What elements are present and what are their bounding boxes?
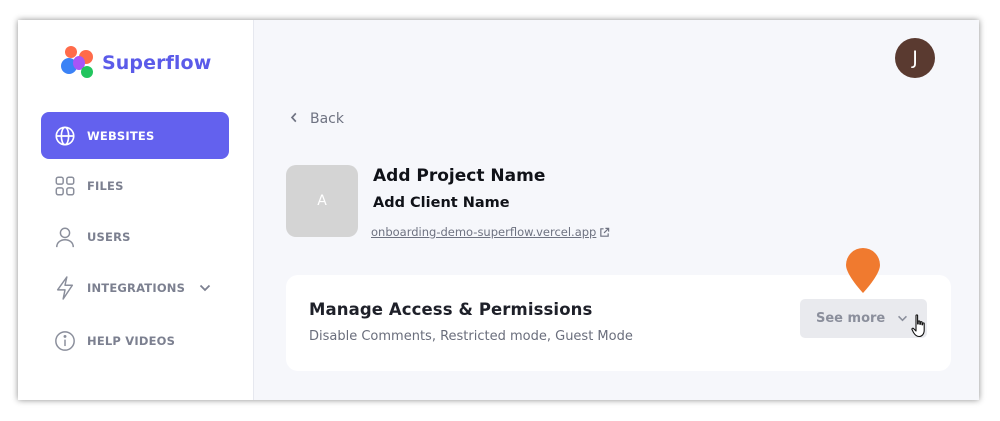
chevron-down-icon[interactable] <box>199 284 211 292</box>
back-link[interactable]: Back <box>290 111 344 127</box>
chevron-down-icon <box>897 315 908 322</box>
brand-logo[interactable]: Superflow <box>61 46 211 80</box>
sidebar-item-integrations[interactable]: INTEGRATIONS <box>41 264 229 311</box>
hotspot-pin-icon[interactable] <box>845 248 881 298</box>
sidebar-item-help-videos[interactable]: HELP VIDEOS <box>41 317 229 364</box>
user-icon <box>53 225 77 249</box>
globe-icon <box>53 124 77 148</box>
card-subtitle: Disable Comments, Restricted mode, Guest… <box>309 329 633 344</box>
info-icon <box>53 329 77 353</box>
superflow-logo-icon <box>61 46 97 80</box>
client-name[interactable]: Add Client Name <box>373 195 510 211</box>
brand-name: Superflow <box>102 52 212 74</box>
sidebar-item-label: HELP VIDEOS <box>87 333 176 348</box>
hand-pointer-cursor-icon <box>911 314 929 342</box>
sidebar-item-label: WEBSITES <box>87 128 155 143</box>
chevron-left-icon <box>290 111 298 127</box>
sidebar-item-label: USERS <box>87 229 131 244</box>
sidebar-item-users[interactable]: USERS <box>41 213 229 260</box>
external-link-icon <box>600 227 610 237</box>
sidebar-item-label: FILES <box>87 178 124 193</box>
project-name[interactable]: Add Project Name <box>373 166 545 186</box>
app-window: Superflow WEBSITES FILES USERS INTEGRATI… <box>18 20 979 400</box>
lightning-icon <box>53 275 77 300</box>
sidebar-item-label: INTEGRATIONS <box>87 280 186 295</box>
sidebar: Superflow WEBSITES FILES USERS INTEGRATI… <box>18 20 254 400</box>
grid-icon <box>53 174 77 198</box>
sidebar-item-files[interactable]: FILES <box>41 162 229 209</box>
project-url-link[interactable]: onboarding-demo-superflow.vercel.app <box>371 225 610 239</box>
project-url: onboarding-demo-superflow.vercel.app <box>371 225 597 239</box>
see-more-label: See more <box>816 311 886 326</box>
project-thumbnail: A <box>286 165 358 237</box>
back-label: Back <box>310 111 344 127</box>
see-more-button[interactable]: See more <box>800 299 927 338</box>
card-title: Manage Access & Permissions <box>309 300 593 319</box>
sidebar-item-websites[interactable]: WEBSITES <box>41 112 229 159</box>
user-avatar[interactable]: J <box>895 38 935 78</box>
